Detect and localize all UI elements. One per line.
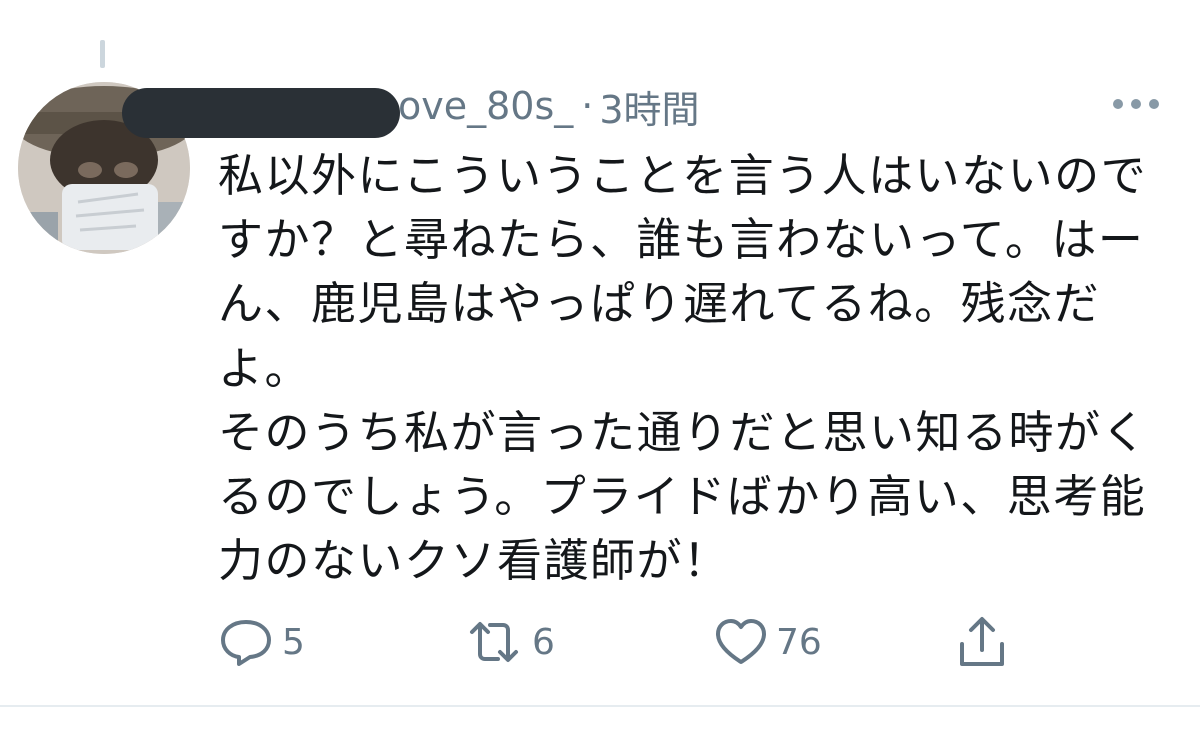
retweet-icon [470,622,518,662]
thread-connector-line [100,40,105,68]
tweet-text-line: ん、鹿児島はやっぱり遅れてるね。残念だ [218,277,1101,331]
retweet-count: 6 [532,621,555,663]
tweet-text-line: るのでしょう。プライドばかり高い、思考能 [218,470,1147,524]
reply-count: 5 [282,621,305,663]
reply-icon [221,620,271,666]
timestamp[interactable]: 3時間 [599,79,699,134]
heart-icon [716,619,766,664]
reply-button[interactable]: 5 [218,612,305,672]
retweet-button[interactable]: 6 [464,612,555,672]
tweet-text-line: すか？と尋ねたら、誰も言わないって。はー [218,213,1145,267]
like-count: 76 [776,621,822,663]
tweet-text-line: そのうち私が言った通りだと思い知る時がく [218,405,1149,459]
redaction-bar [122,88,400,138]
tweet-actions: 5 6 76 [218,612,1038,672]
tweet-text-line: よ。 [218,341,312,395]
user-handle[interactable]: ove_80s_ [398,84,573,128]
share-button[interactable] [956,612,1008,672]
like-button[interactable]: 76 [714,612,822,672]
share-icon [960,617,1004,666]
tweet-text: 私以外にこういうことを言う人はいないので すか？と尋ねたら、誰も言わないって。は… [218,144,1178,593]
tweet-text-line: 私以外にこういうことを言う人はいないので [218,149,1148,202]
header-separator: · [581,84,594,128]
more-horizontal-icon[interactable] [1112,98,1160,110]
tweet-text-line: 力のないクソ看護師が！ [218,534,730,588]
tweet-divider [0,705,1200,707]
